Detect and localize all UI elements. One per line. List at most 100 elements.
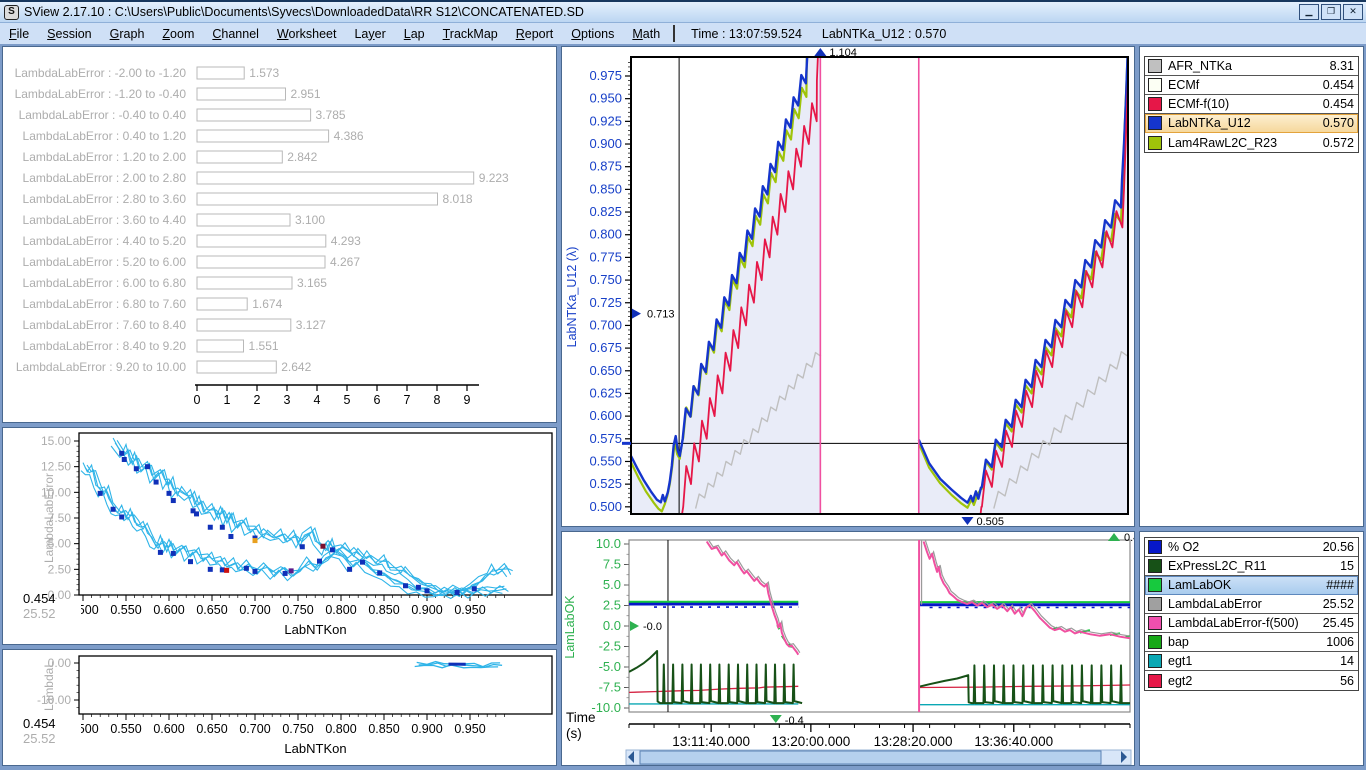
main-plot-area: [631, 47, 1128, 516]
svg-text:0.550: 0.550: [110, 722, 141, 736]
svg-text:2.5: 2.5: [603, 598, 621, 613]
svg-text:25.52: 25.52: [23, 731, 56, 746]
channel-name: LamLabOK: [1168, 578, 1326, 592]
channel-list-bottom: % O220.56ExPressL2C_R1115LamLabOK####Lam…: [1144, 537, 1359, 691]
channel-name: egt1: [1168, 654, 1340, 668]
channel-row-lambdalaberror-f-500-[interactable]: LambdaLabError-f(500)25.45: [1145, 614, 1358, 633]
menu-file[interactable]: File: [0, 25, 38, 43]
svg-text:LambdaLabError : 5.20 to 6.00: LambdaLabError : 5.20 to 6.00: [23, 255, 187, 269]
svg-text:0.675: 0.675: [589, 340, 622, 355]
channel-row-lambdalaberror[interactable]: LambdaLabError25.52: [1145, 595, 1358, 614]
svg-text:0.900: 0.900: [411, 603, 442, 617]
channel-row-ecmf[interactable]: ECMf0.454: [1145, 76, 1358, 95]
channel-value: 0.572: [1323, 136, 1354, 150]
menu-graph[interactable]: Graph: [101, 25, 154, 43]
svg-text:0.650: 0.650: [589, 363, 622, 378]
svg-text:0.550: 0.550: [589, 453, 622, 468]
histogram-chart[interactable]: LambdaLabError : -2.00 to -1.201.573Lamb…: [3, 47, 556, 422]
minimize-button[interactable]: ▁: [1299, 4, 1319, 20]
channel-row-egt2[interactable]: egt256: [1145, 671, 1358, 690]
channel-value: ####: [1326, 578, 1354, 592]
channel-value: 25.45: [1323, 616, 1354, 630]
svg-text:0.454: 0.454: [23, 716, 56, 731]
panel-mini-plot: 0.00-10.000.5000.5500.6000.6500.7000.750…: [2, 649, 557, 766]
svg-text:0.750: 0.750: [282, 603, 313, 617]
svg-text:3.127: 3.127: [296, 318, 326, 332]
svg-text:8: 8: [434, 393, 441, 407]
svg-text:3.100: 3.100: [295, 213, 325, 227]
svg-text:0.950: 0.950: [454, 722, 485, 736]
mini-chart[interactable]: 0.00-10.000.5000.5500.6000.6500.7000.750…: [3, 650, 556, 765]
svg-text:4.267: 4.267: [330, 255, 360, 269]
svg-text:0.625: 0.625: [589, 385, 622, 400]
channel-row-labntka-u12[interactable]: LabNTKa_U120.570: [1145, 114, 1358, 133]
channel-row-bap[interactable]: bap1006: [1145, 633, 1358, 652]
svg-text:3: 3: [284, 393, 291, 407]
menu-zoom[interactable]: Zoom: [153, 25, 203, 43]
close-button[interactable]: ✕: [1343, 4, 1363, 20]
svg-text:0.850: 0.850: [589, 181, 622, 196]
svg-text:12.50: 12.50: [41, 460, 71, 474]
channel-name: AFR_NTKa: [1168, 59, 1330, 73]
menu-math[interactable]: Math: [623, 25, 669, 43]
menu-trackmap[interactable]: TrackMap: [434, 25, 507, 43]
svg-text:-0.4: -0.4: [785, 715, 804, 727]
window-buttons: ▁❐✕: [1299, 4, 1363, 20]
scatter-chart[interactable]: 15.0012.5010.007.505.002.500.000.5000.55…: [3, 428, 556, 644]
channel-row-lamlabok[interactable]: LamLabOK####: [1145, 576, 1358, 595]
channel-name: ExPressL2C_R11: [1168, 559, 1340, 573]
svg-text:0.900: 0.900: [589, 136, 622, 151]
channel-row-afr-ntka[interactable]: AFR_NTKa8.31: [1145, 57, 1358, 76]
menu-lap[interactable]: Lap: [395, 25, 434, 43]
panel-channels-bottom: % O220.56ExPressL2C_R1115LamLabOK####Lam…: [1139, 531, 1364, 766]
svg-text:0.800: 0.800: [325, 603, 356, 617]
svg-text:LabNTKon: LabNTKon: [284, 741, 346, 756]
svg-text:1.573: 1.573: [249, 66, 279, 80]
channel-value: 0.454: [1323, 97, 1354, 111]
window-title: SView 2.17.10 : C:\Users\Public\Document…: [24, 5, 584, 19]
channel-color-swatch: [1148, 578, 1162, 592]
panel-histogram: LambdaLabError : -2.00 to -1.201.573Lamb…: [2, 46, 557, 423]
svg-text:13:28:20.000: 13:28:20.000: [874, 734, 953, 749]
svg-text:-10.0: -10.0: [591, 700, 621, 715]
svg-text:0.725: 0.725: [589, 295, 622, 310]
channel-value: 0.454: [1323, 78, 1354, 92]
svg-text:0.600: 0.600: [153, 603, 184, 617]
svg-text:1: 1: [224, 393, 231, 407]
menu-worksheet[interactable]: Worksheet: [268, 25, 346, 43]
menu-status-separator: [673, 25, 675, 42]
channel-row-lam4rawl2c-r23[interactable]: Lam4RawL2C_R230.572: [1145, 133, 1358, 152]
svg-text:2.642: 2.642: [281, 360, 311, 374]
svg-text:0.713: 0.713: [647, 309, 675, 321]
channel-name: ECMf-f(10): [1168, 97, 1323, 111]
channel-row-expressl2c-r11[interactable]: ExPressL2C_R1115: [1145, 557, 1358, 576]
svg-text:6: 6: [374, 393, 381, 407]
channel-row-egt1[interactable]: egt114: [1145, 652, 1358, 671]
svg-text:LambdaLabError : 0.40 to 1.20: LambdaLabError : 0.40 to 1.20: [23, 129, 187, 143]
svg-text:5: 5: [344, 393, 351, 407]
channel-value: 1006: [1326, 635, 1354, 649]
svg-text:0.825: 0.825: [589, 204, 622, 219]
channel-row--o2[interactable]: % O220.56: [1145, 538, 1358, 557]
restore-button[interactable]: ❐: [1321, 4, 1341, 20]
channel-row-ecmf-f-10-[interactable]: ECMf-f(10)0.454: [1145, 95, 1358, 114]
svg-text:0.850: 0.850: [368, 603, 399, 617]
channel-value: 56: [1340, 674, 1354, 688]
svg-text:0.650: 0.650: [196, 722, 227, 736]
menu-options[interactable]: Options: [562, 25, 623, 43]
channel-name: LabNTKa_U12: [1168, 116, 1323, 130]
svg-text:2: 2: [254, 393, 261, 407]
menu-report[interactable]: Report: [507, 25, 563, 43]
svg-text:15.00: 15.00: [41, 434, 71, 448]
channel-value: 0.570: [1323, 116, 1354, 130]
channel-color-swatch: [1148, 674, 1162, 688]
time-chart[interactable]: 10.07.55.02.50.0-2.5-5.0-7.5-10.0LamLabO…: [562, 532, 1134, 765]
main-lambda-chart[interactable]: 0.5000.5250.5500.5750.6000.6250.6500.675…: [562, 47, 1134, 526]
panel-scatter: 15.0012.5010.007.505.002.500.000.5000.55…: [2, 427, 557, 645]
svg-text:LambdaLabError : 6.80 to 7.60: LambdaLabError : 6.80 to 7.60: [23, 297, 187, 311]
svg-text:LambdaLabError : 6.00 to 6.80: LambdaLabError : 6.00 to 6.80: [23, 276, 187, 290]
svg-text:0.454: 0.454: [23, 591, 56, 606]
menu-session[interactable]: Session: [38, 25, 100, 43]
menu-layer[interactable]: Layer: [345, 25, 394, 43]
menu-channel[interactable]: Channel: [203, 25, 268, 43]
